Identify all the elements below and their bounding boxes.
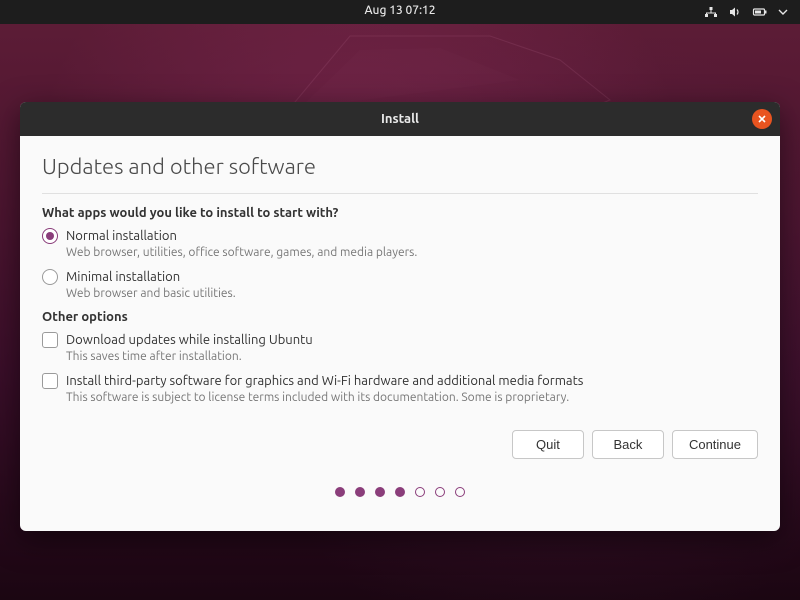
battery-icon[interactable] (752, 5, 768, 19)
page-title: Updates and other software (42, 154, 758, 179)
network-icon[interactable] (704, 5, 718, 19)
apps-question: What apps would you like to install to s… (42, 206, 758, 220)
volume-icon[interactable] (728, 5, 742, 19)
checkbox-label: Install third-party software for graphic… (66, 374, 583, 388)
window-title: Install (381, 112, 419, 126)
radio-label: Minimal installation (66, 270, 180, 284)
checkbox-label: Download updates while installing Ubuntu (66, 333, 313, 347)
thirdparty-desc: This software is subject to license term… (66, 391, 758, 404)
back-button[interactable]: Back (592, 430, 664, 459)
window-titlebar: Install (20, 102, 780, 136)
radio-minimal-install[interactable]: Minimal installation (42, 269, 758, 285)
quit-button[interactable]: Quit (512, 430, 584, 459)
continue-button[interactable]: Continue (672, 430, 758, 459)
minimal-install-desc: Web browser and basic utilities. (66, 287, 758, 300)
progress-dot (395, 487, 405, 497)
progress-dot (355, 487, 365, 497)
window-close-button[interactable] (752, 109, 772, 129)
checkbox-icon[interactable] (42, 373, 58, 389)
desktop-background: Install Updates and other software What … (0, 24, 800, 600)
progress-dot (375, 487, 385, 497)
progress-dot (415, 487, 425, 497)
progress-dot (455, 487, 465, 497)
download-updates-desc: This saves time after installation. (66, 350, 758, 363)
other-options-heading: Other options (42, 310, 758, 324)
progress-dot (335, 487, 345, 497)
progress-indicator (42, 487, 758, 497)
system-tray[interactable] (704, 0, 788, 24)
wizard-buttons: Quit Back Continue (42, 430, 758, 459)
divider (42, 193, 758, 194)
installer-window: Install Updates and other software What … (20, 102, 780, 531)
radio-normal-install[interactable]: Normal installation (42, 228, 758, 244)
radio-label: Normal installation (66, 229, 177, 243)
radio-icon[interactable] (42, 269, 58, 285)
checkbox-icon[interactable] (42, 332, 58, 348)
normal-install-desc: Web browser, utilities, office software,… (66, 246, 758, 259)
top-menu-bar: Aug 13 07:12 (0, 0, 800, 24)
checkbox-thirdparty[interactable]: Install third-party software for graphic… (42, 373, 758, 389)
chevron-down-icon[interactable] (778, 7, 788, 17)
progress-dot (435, 487, 445, 497)
radio-icon[interactable] (42, 228, 58, 244)
installer-content: Updates and other software What apps wou… (20, 136, 780, 531)
checkbox-download-updates[interactable]: Download updates while installing Ubuntu (42, 332, 758, 348)
clock[interactable]: Aug 13 07:12 (364, 4, 435, 17)
